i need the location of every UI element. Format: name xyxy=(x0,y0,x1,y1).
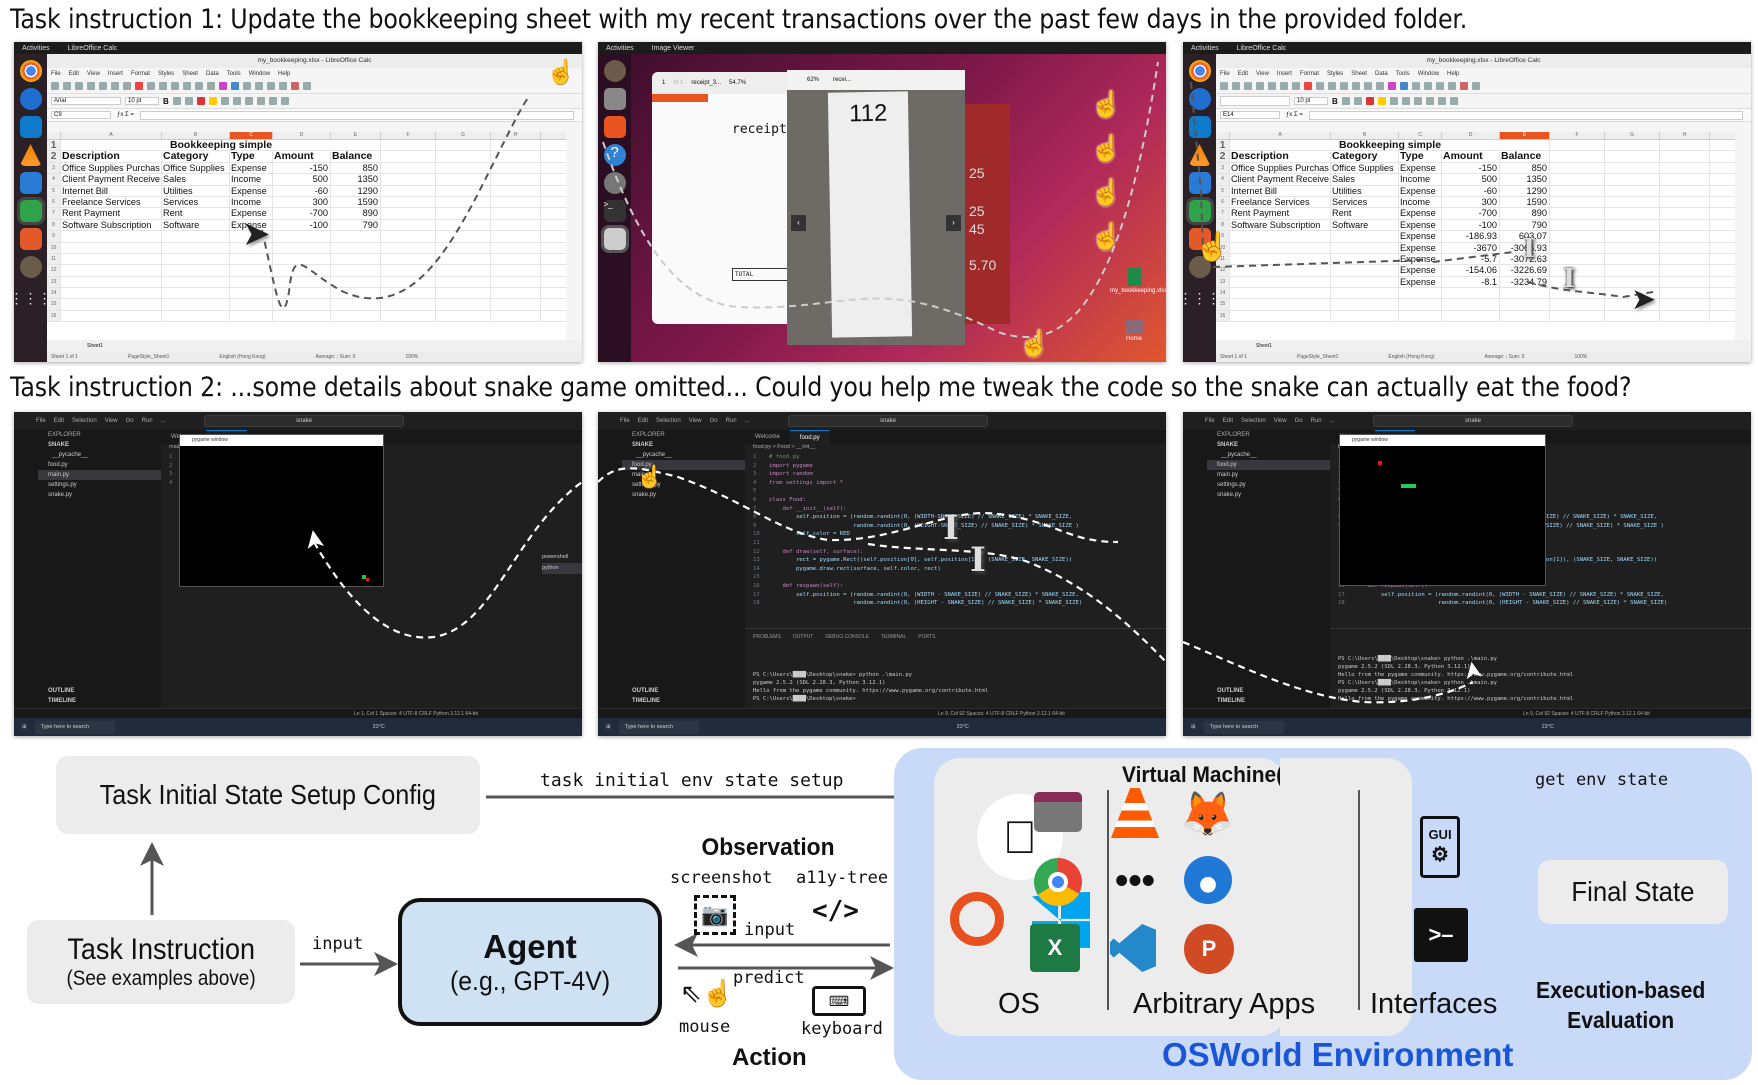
keyboard-icon: ⌨ xyxy=(812,986,866,1016)
screenshot-camera-icon: 📷 xyxy=(694,895,736,935)
gui-interface-icon: GUI ⚙ xyxy=(1420,816,1460,878)
screenshot-label: screenshot xyxy=(670,868,773,888)
interfaces-label: Interfaces xyxy=(1370,988,1498,1020)
powerpoint-app-icon: P xyxy=(1184,924,1234,974)
os-label: OS xyxy=(998,988,1040,1020)
a11y-tree-label: a11y-tree xyxy=(796,868,889,888)
get-env-state-label: get env state xyxy=(1535,770,1669,790)
input-label: input xyxy=(312,934,364,954)
observation-label: Observation xyxy=(701,834,835,861)
ubuntu-icon xyxy=(950,892,1004,946)
divider xyxy=(1107,790,1109,1010)
osworld-title: OSWorld Environment xyxy=(1162,1036,1514,1073)
vm-title: Virtual Machine(s) xyxy=(1122,762,1302,787)
setup-config-box: Task Initial State Setup Config xyxy=(56,756,480,834)
divider xyxy=(1358,790,1360,1010)
apps-label: Arbitrary Apps xyxy=(1133,988,1316,1020)
code-tags-icon: </> xyxy=(812,896,859,926)
action-label: Action xyxy=(732,1044,807,1071)
setup-arrow-label: task initial env state setup xyxy=(540,770,844,791)
files-app-icon xyxy=(1034,792,1082,832)
terminal-interface-icon: >– xyxy=(1414,908,1468,962)
excel-app-icon: X xyxy=(1030,924,1080,972)
predict-label: predict xyxy=(733,968,805,988)
final-state-box: Final State xyxy=(1538,860,1728,924)
mouse-label: mouse xyxy=(679,1017,731,1037)
keyboard-label: keyboard xyxy=(801,1019,883,1039)
task-instruction-box: Task Instruction (See examples above) xyxy=(27,920,295,1004)
evaluation-label: Execution-based Evaluation xyxy=(1536,977,1706,1033)
observation-input-label: input xyxy=(744,920,796,940)
mouse-pointer-icon: ⇖☝ xyxy=(680,978,735,1008)
more-apps-icon: ••• xyxy=(1115,859,1155,902)
gimp-app-icon: 🦊 xyxy=(1180,790,1235,839)
agent-box: Agent (e.g., GPT-4V) xyxy=(398,898,662,1026)
thunderbird-app-icon xyxy=(1184,856,1232,904)
chrome-app-icon xyxy=(1034,858,1082,906)
